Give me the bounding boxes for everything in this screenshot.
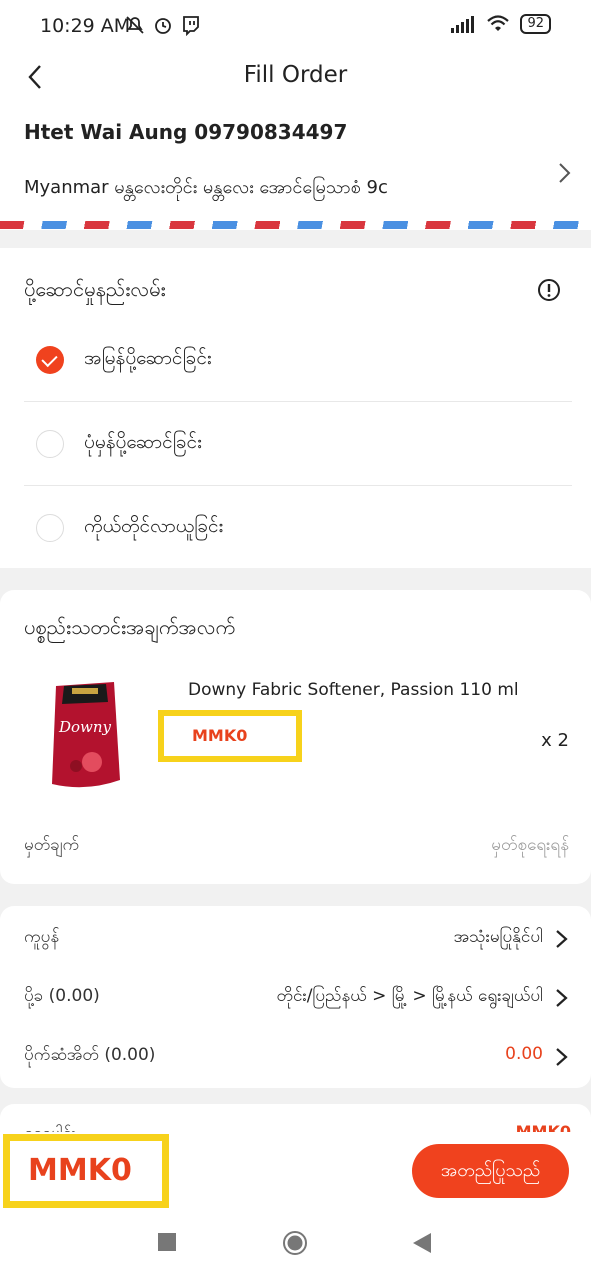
confirm-button[interactable]: အတည်ပြုသည် (412, 1144, 569, 1198)
svg-text:Downy: Downy (58, 718, 112, 736)
shipping-method-card: ပို့ဆောင်မှုနည်းလမ်း အမြန်ပို့ဆောင်ခြင်း… (0, 248, 591, 568)
coupon-value: အသုံးမပြုနိုင်ပါ (453, 927, 543, 947)
product-image: Downy (52, 682, 120, 788)
shipping-option-label: အမြန်ပို့ဆောင်ခြင်း (84, 347, 212, 369)
product-quantity: x 2 (541, 730, 569, 751)
recipient-name-phone: Htet Wai Aung 09790834497 (24, 120, 348, 144)
shipping-option-standard[interactable]: ပုံမှန်ပို့ဆောင်ခြင်း (24, 402, 572, 486)
page-title: Fill Order (243, 62, 348, 88)
price-highlight: MMK0 (158, 710, 302, 762)
order-info-card: ပစ္စည်းသတင်းအချက်အလက် Downy Downy Fabric… (0, 590, 591, 884)
packing-fee-row[interactable]: ပိုက်ဆံအိတ် (0.00) 0.00 (24, 1036, 569, 1076)
note-label: မှတ်ချက် (24, 835, 80, 855)
alarm-icon (152, 14, 174, 36)
header: Fill Order (0, 52, 591, 102)
status-time: 10:29 AM (40, 15, 131, 37)
address-card[interactable]: Htet Wai Aung 09790834497 Myanmar မန္တလေ… (0, 102, 591, 230)
packing-fee-label: ပိုက်ဆံအိတ် (0.00) (24, 1045, 156, 1065)
status-right: 92 (450, 14, 551, 34)
shipping-option-label: ပုံမှန်ပို့ဆောင်ခြင်း (84, 431, 202, 453)
bottom-total: MMK0 (18, 1147, 158, 1195)
fees-card: ကူပွန် အသုံးမပြုနိုင်ပါ ပို့ခ (0.00) တို… (0, 906, 591, 1088)
radio-unchecked-icon[interactable] (36, 514, 64, 542)
shipping-method-title: ပို့ဆောင်မှုနည်းလမ်း (24, 277, 166, 301)
shipping-option-express[interactable]: အမြန်ပို့ဆောင်ခြင်း (24, 318, 572, 402)
total-highlight: MMK0 (3, 1134, 169, 1208)
shipping-option-label: ကိုယ်တိုင်လာယူခြင်း (84, 515, 224, 537)
chevron-right-icon (556, 930, 568, 948)
shipping-fee-label: ပို့ခ (0.00) (24, 986, 100, 1006)
chevron-right-icon (556, 989, 568, 1007)
radio-checked-icon[interactable] (36, 346, 64, 374)
note-input[interactable]: မှတ်စုရေးရန် (491, 834, 569, 859)
packing-fee-value: 0.00 (505, 1044, 543, 1064)
twitch-icon (180, 14, 202, 37)
shipping-fee-row[interactable]: ပို့ခ (0.00) တိုင်း/ပြည်နယ် > မြို့ > မြ… (24, 977, 569, 1017)
mute-icon (124, 14, 146, 36)
product-name: Downy Fabric Softener, Passion 110 ml (188, 680, 519, 700)
wifi-icon (487, 15, 510, 31)
battery-icon: 92 (520, 14, 551, 34)
recents-icon[interactable] (157, 1232, 177, 1252)
signal-icon (451, 16, 475, 33)
status-icons (124, 14, 202, 37)
product-price: MMK0 (166, 720, 292, 750)
bottom-bar: MMK0 အတည်ပြုသည် (0, 1132, 591, 1210)
info-icon[interactable] (537, 278, 561, 302)
chevron-right-icon (559, 163, 571, 183)
chevron-right-icon (556, 1048, 568, 1066)
system-nav-bar (0, 1210, 591, 1280)
radio-unchecked-icon[interactable] (36, 430, 64, 458)
coupon-label: ကူပွန် (24, 927, 60, 947)
address-stripe (0, 221, 591, 229)
back-icon[interactable] (412, 1232, 432, 1254)
status-bar: 10:29 AM 92 (0, 0, 591, 52)
shipping-fee-value: တိုင်း/ပြည်နယ် > မြို့ > မြို့နယ် ရွေးချ… (276, 986, 543, 1006)
shipping-option-pickup[interactable]: ကိုယ်တိုင်လာယူခြင်း (24, 486, 572, 570)
order-info-title: ပစ္စည်းသတင်းအချက်အလက် (24, 615, 236, 639)
coupon-row[interactable]: ကူပွန် အသုံးမပြုနိုင်ပါ (24, 918, 569, 958)
address-line: Myanmar မန္တလေးတိုင်း မန္တလေး အောင်မြေသာ… (24, 177, 388, 198)
home-icon[interactable] (282, 1230, 308, 1256)
